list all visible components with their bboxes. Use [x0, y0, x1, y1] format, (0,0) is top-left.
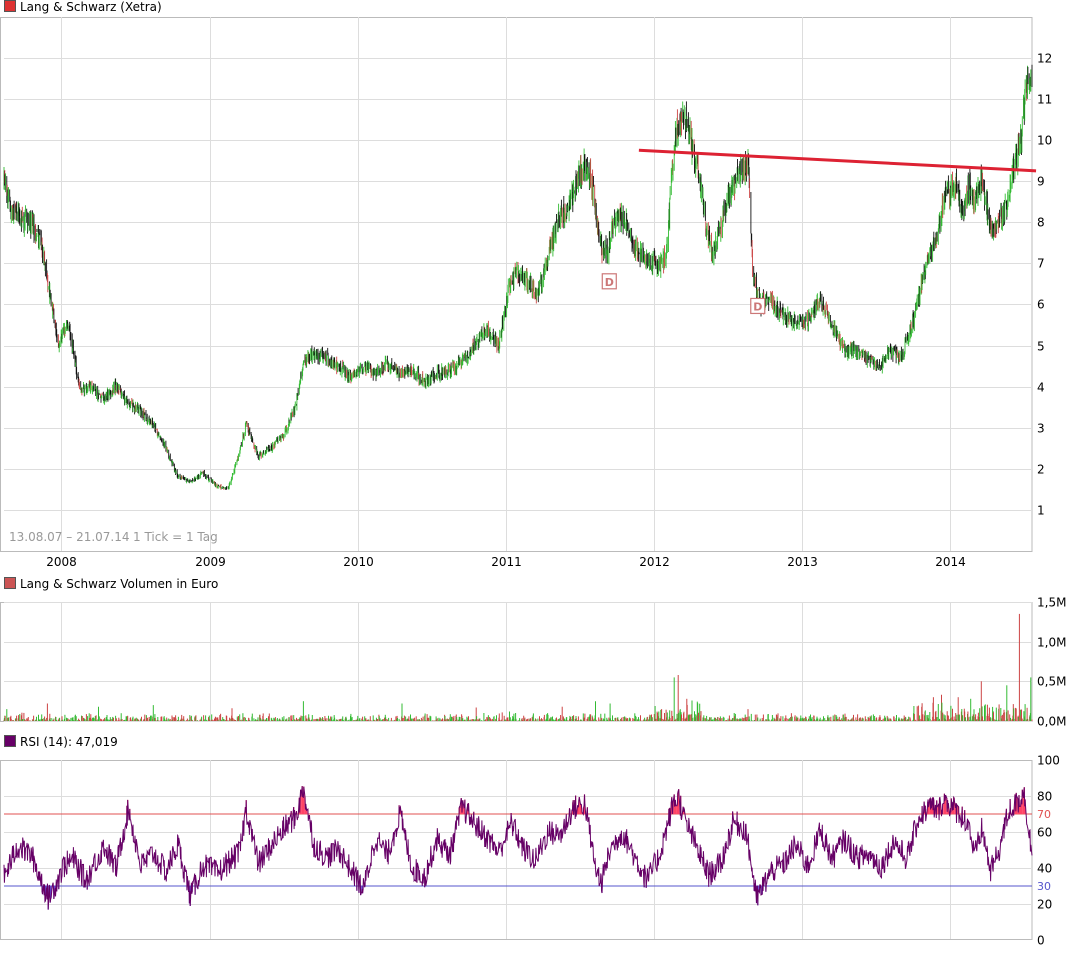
- volume-tick-label: 1,5M: [1037, 596, 1066, 610]
- price-tick-label: 7: [1037, 257, 1045, 271]
- dividend-marker-label: D: [753, 300, 762, 313]
- volume-tick-label: 1,0M: [1037, 636, 1066, 650]
- volume-panel-frame: [0, 602, 1033, 722]
- price-candles: [3, 64, 1033, 490]
- x-tick-label: 2013: [787, 555, 818, 569]
- rsi-level-30-label: 30: [1037, 880, 1051, 893]
- price-tick-label: 3: [1037, 422, 1045, 436]
- price-grid: [0, 17, 1033, 552]
- date-range-label: 13.08.07 – 21.07.14: [9, 530, 130, 544]
- price-tick-label: 1: [1037, 504, 1045, 518]
- dividend-marker-label: D: [605, 276, 614, 289]
- x-tick-label: 2009: [195, 555, 226, 569]
- price-tick-label: 5: [1037, 340, 1045, 354]
- x-tick-label: 2008: [46, 555, 77, 569]
- price-tick-label: 11: [1037, 93, 1052, 107]
- price-axis: 2008 2009 2010 2011 2012 2013 2014123456789101…: [46, 52, 1052, 570]
- rsi-tick-label: 80: [1037, 790, 1052, 804]
- price-tick-label: 2: [1037, 463, 1045, 477]
- volume-axis: 0,0M 0,5M 1,0M 1,5M: [1037, 596, 1066, 729]
- rsi-series-line: [3, 786, 1033, 910]
- rsi-level-70-label: 70: [1037, 808, 1051, 821]
- price-tick-label: 12: [1037, 52, 1052, 66]
- rsi-tick-label: 0: [1037, 934, 1045, 948]
- rsi-line: [3, 786, 1033, 910]
- stock-chart: DD 2008 2009 2010 2011 2012 2013 2014123456789…: [0, 17, 1066, 948]
- volume-tick-label: 0,0M: [1037, 715, 1066, 729]
- rsi-tick-label: 100: [1037, 754, 1060, 768]
- rsi-tick-label: 60: [1037, 826, 1052, 840]
- volume-grid: [0, 602, 1033, 722]
- x-tick-label: 2014: [935, 555, 966, 569]
- price-overlay: DD: [601, 148, 1037, 315]
- x-tick-label: 2010: [343, 555, 374, 569]
- price-tick-label: 8: [1037, 216, 1045, 230]
- x-tick-label: 2012: [639, 555, 670, 569]
- price-tick-label: 10: [1037, 134, 1052, 148]
- tick-label: 1 Tick = 1 Tag: [133, 530, 218, 544]
- rsi-tick-label: 20: [1037, 898, 1052, 912]
- price-tick-label: 4: [1037, 381, 1045, 395]
- price-tick-label: 6: [1037, 298, 1045, 312]
- x-tick-label: 2011: [491, 555, 522, 569]
- price-panel-frame: [0, 17, 1033, 552]
- volume-tick-label: 0,5M: [1037, 675, 1066, 689]
- rsi-axis: 0 20 40 60 80 100 70 30: [1037, 754, 1060, 948]
- volume-bars: [3, 613, 1033, 721]
- rsi-tick-label: 40: [1037, 862, 1052, 876]
- price-tick-label: 9: [1037, 175, 1045, 189]
